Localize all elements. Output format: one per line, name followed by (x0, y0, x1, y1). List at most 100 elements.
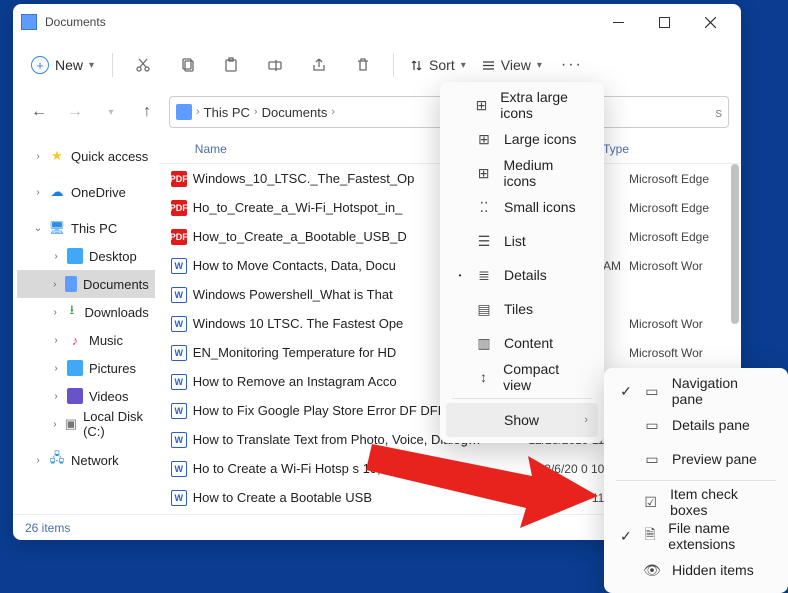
view-menu-item[interactable]: ⊞Medium icons (446, 156, 598, 190)
titlebar: Documents (13, 4, 741, 40)
forward-button[interactable]: → (61, 98, 89, 126)
bullet-icon: • (456, 271, 464, 280)
view-menu-item[interactable]: ▥Content (446, 326, 598, 360)
cut-button[interactable] (123, 45, 163, 85)
sidebar-label: Videos (89, 389, 129, 404)
option-icon: ▭ (644, 383, 660, 399)
up-button[interactable]: ↑ (133, 98, 161, 126)
view-menu: ⊞Extra large icons⊞Large icons⊞Medium ic… (440, 82, 604, 443)
view-menu-item[interactable]: ⁚⁚Small icons (446, 190, 598, 224)
sort-button[interactable]: Sort ▾ (404, 53, 472, 77)
documents-icon (176, 104, 192, 120)
chevron-right-icon: › (51, 419, 59, 430)
menu-label: Item check boxes (670, 486, 772, 518)
sidebar-item-downloads[interactable]: ›⭳Downloads (17, 298, 155, 326)
doc-file-icon: W (171, 345, 187, 361)
file-type: Microsoft Wor (629, 346, 729, 360)
chevron-right-icon: › (33, 151, 43, 162)
chevron-right-icon: › (51, 335, 61, 346)
sidebar-label: Music (89, 333, 123, 348)
file-type: Microsoft Edge (629, 230, 729, 244)
close-button[interactable] (687, 6, 733, 38)
delete-button[interactable] (343, 45, 383, 85)
desktop-icon (67, 248, 83, 264)
breadcrumb-segment[interactable]: Documents (262, 105, 328, 120)
chevron-right-icon: › (33, 455, 43, 466)
sidebar-label: This PC (71, 221, 117, 236)
column-type[interactable]: Type (603, 142, 729, 156)
show-menu-item[interactable]: ☑ Item check boxes (610, 485, 782, 519)
show-menu-item[interactable]: ✓🗎File name extensions (610, 519, 782, 553)
plus-icon: + (31, 56, 49, 74)
doc-file-icon: W (171, 490, 187, 506)
file-type: Microsoft Edge (629, 172, 729, 186)
videos-icon (67, 388, 83, 404)
sidebar-item-desktop[interactable]: › Desktop (17, 242, 155, 270)
copy-button[interactable] (167, 45, 207, 85)
menu-label: Hidden items (672, 562, 754, 578)
menu-label: Navigation pane (672, 375, 772, 407)
option-icon: ▭ (644, 417, 660, 433)
chevron-right-icon: › (584, 414, 588, 426)
chevron-right-icon: › (51, 251, 61, 262)
layout-icon: ▥ (476, 335, 492, 351)
sidebar-item-videos[interactable]: ›Videos (17, 382, 155, 410)
file-type: Microsoft Edge (629, 201, 729, 215)
show-menu-item[interactable]: Show› (446, 403, 598, 437)
show-menu-item[interactable]: ▭Details pane (610, 408, 782, 442)
sidebar-item-onedrive[interactable]: ›☁OneDrive (17, 178, 155, 206)
doc-file-icon: W (171, 461, 187, 477)
doc-file-icon: W (171, 316, 187, 332)
option-icon: ☑ (643, 494, 658, 510)
monitor-icon: 🖥 (49, 220, 65, 236)
view-button[interactable]: View ▾ (476, 53, 548, 77)
window-controls (595, 6, 733, 38)
view-menu-item[interactable]: ☰List (446, 224, 598, 258)
menu-label: Extra large icons (500, 89, 588, 121)
star-icon: ★ (49, 148, 65, 164)
sidebar-label: Downloads (84, 305, 148, 320)
recent-button[interactable]: ▾ (97, 98, 125, 126)
view-menu-item[interactable]: ↕Compact view (446, 360, 598, 394)
back-button[interactable]: ← (25, 98, 53, 126)
file-name: Ho to Create a Wi-Fi Hotsp s 10, H… (193, 461, 489, 476)
sidebar-label: Local Disk (C:) (83, 409, 149, 439)
view-menu-item[interactable]: ▤Tiles (446, 292, 598, 326)
sidebar-item-network[interactable]: ›🖧Network (17, 446, 155, 474)
chevron-down-icon: ▾ (89, 60, 94, 71)
view-menu-item[interactable]: ⊞Extra large icons (446, 88, 598, 122)
show-menu-item[interactable]: ▭Preview pane (610, 442, 782, 476)
sidebar-item-documents[interactable]: ›Documents (17, 270, 155, 298)
breadcrumb-segment[interactable]: This PC (204, 105, 250, 120)
sidebar-item-this-pc[interactable]: ⌄ 🖥 This PC (17, 214, 155, 242)
show-menu-item[interactable]: 👁Hidden items (610, 553, 782, 587)
sidebar-item-pictures[interactable]: ›Pictures (17, 354, 155, 382)
address-bar: ← → ▾ ↑ › This PC › Documents › s (13, 90, 741, 134)
share-button[interactable] (299, 45, 339, 85)
view-icon (482, 59, 495, 72)
chevron-right-icon: › (254, 106, 258, 118)
spacer (476, 412, 492, 428)
sidebar-item-quick-access[interactable]: ›★Quick access (17, 142, 155, 170)
layout-icon: ▤ (476, 301, 492, 317)
pdf-file-icon: PDF (171, 229, 187, 245)
new-button[interactable]: + New ▾ (23, 52, 102, 78)
chevron-down-icon: ⌄ (33, 223, 43, 234)
minimize-button[interactable] (595, 6, 641, 38)
maximize-button[interactable] (641, 6, 687, 38)
vertical-scrollbar[interactable] (727, 164, 741, 344)
documents-icon (65, 276, 77, 292)
rename-button[interactable] (255, 45, 295, 85)
view-menu-item[interactable]: ⊞Large icons (446, 122, 598, 156)
scroll-thumb[interactable] (731, 164, 739, 324)
sidebar-label: Desktop (89, 249, 137, 264)
sidebar-item-music[interactable]: ›♪Music (17, 326, 155, 354)
sidebar-item-local-disk[interactable]: ›▣Local Disk (C:) (17, 410, 155, 438)
menu-separator (616, 480, 776, 481)
view-menu-item[interactable]: •≣Details (446, 258, 598, 292)
toolbar: + New ▾ Sort ▾ View ▾ ··· (13, 40, 741, 90)
more-button[interactable]: ··· (552, 45, 592, 85)
paste-button[interactable] (211, 45, 251, 85)
layout-icon: ⁚⁚ (476, 199, 492, 215)
show-menu-item[interactable]: ✓▭Navigation pane (610, 374, 782, 408)
